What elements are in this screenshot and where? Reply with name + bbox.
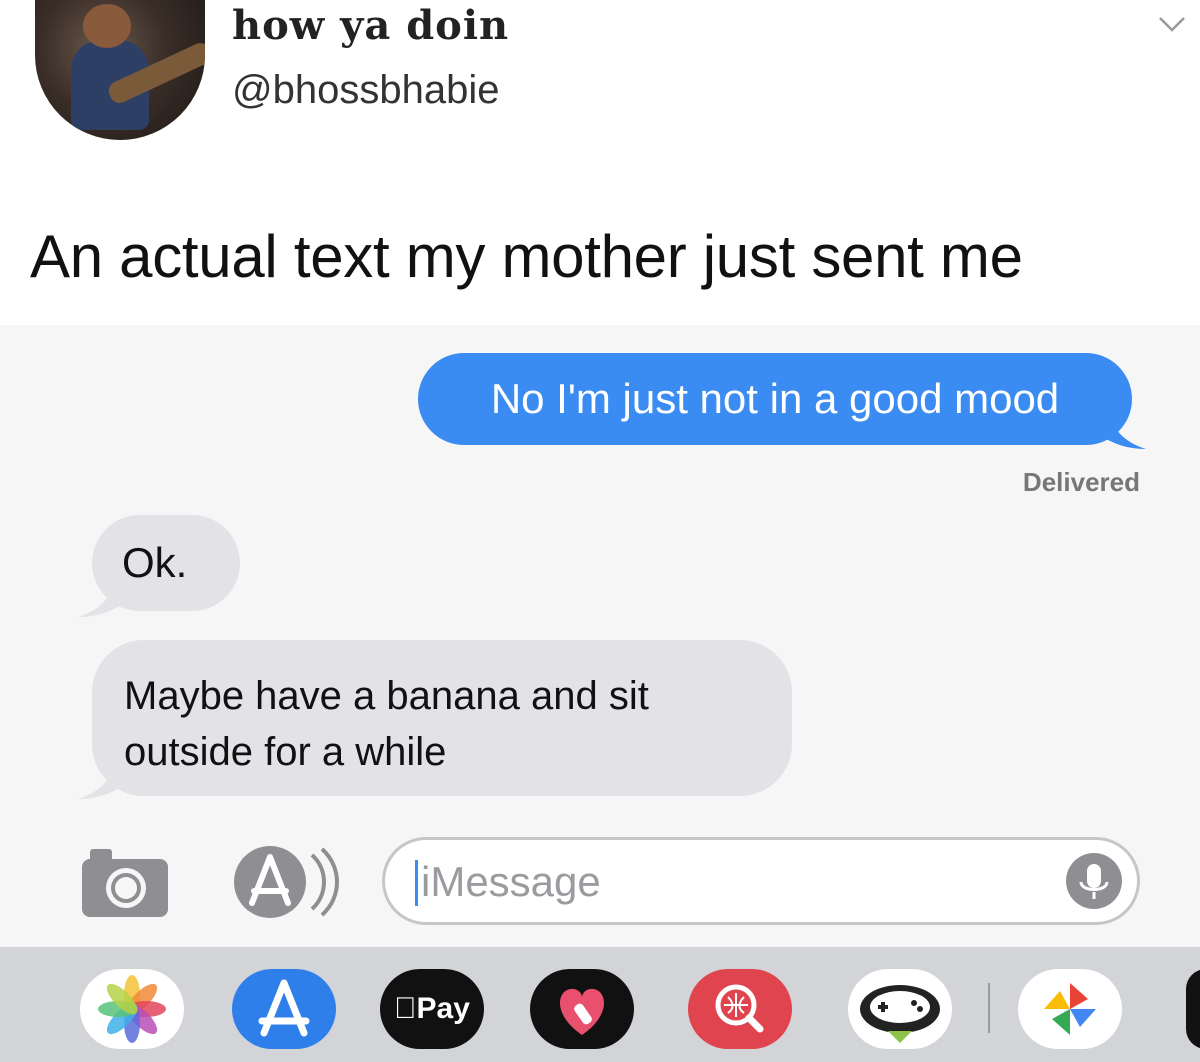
message-line: Maybe have a banana and sit <box>124 674 649 718</box>
photos-icon[interactable] <box>80 969 184 1049</box>
app-drawer-divider <box>988 983 990 1033</box>
avatar-face <box>83 4 131 48</box>
apple-pay-icon[interactable]: Pay <box>380 969 484 1049</box>
more-apps-icon[interactable] <box>1186 969 1200 1049</box>
game-controller-bird-icon[interactable] <box>848 969 952 1049</box>
user-handle[interactable]: @bhossbhabie <box>232 68 499 113</box>
app-store-icon[interactable] <box>232 843 342 921</box>
app-drawer: Pay <box>0 947 1200 1062</box>
incoming-bubble-tail <box>78 745 124 799</box>
tweet-header: how ya doin @bhossbhabie <box>0 0 1200 160</box>
outgoing-message-bubble: No I'm just not in a good mood <box>418 353 1132 445</box>
text-cursor <box>415 860 418 906</box>
microphone-icon[interactable] <box>1065 852 1123 910</box>
outgoing-bubble-tail <box>1100 395 1146 449</box>
message-thread: No I'm just not in a good mood Delivered… <box>0 325 1200 1062</box>
camera-icon[interactable] <box>80 845 170 919</box>
message-line: outside for a while <box>124 730 447 774</box>
apple-logo-icon:  <box>394 992 417 1026</box>
image-search-icon[interactable] <box>688 969 792 1049</box>
message-placeholder: iMessage <box>421 858 601 905</box>
message-input[interactable]: iMessage <box>382 837 1140 925</box>
display-name[interactable]: how ya doin <box>232 2 509 49</box>
avatar[interactable] <box>35 0 205 140</box>
message-line: Ok. <box>122 539 188 586</box>
apple-pay-label: Pay <box>405 992 470 1025</box>
app-store-app-icon[interactable] <box>232 969 336 1049</box>
incoming-message-bubble: Maybe have a banana and sit outside for … <box>92 640 792 796</box>
incoming-bubble-tail <box>78 563 124 617</box>
digital-touch-heart-icon[interactable] <box>530 969 634 1049</box>
chevron-down-icon[interactable] <box>1158 14 1186 34</box>
delivery-status: Delivered <box>1022 467 1140 497</box>
tweet-text: An actual text my mother just sent me <box>30 223 1023 290</box>
pinwheel-icon[interactable] <box>1018 969 1122 1049</box>
